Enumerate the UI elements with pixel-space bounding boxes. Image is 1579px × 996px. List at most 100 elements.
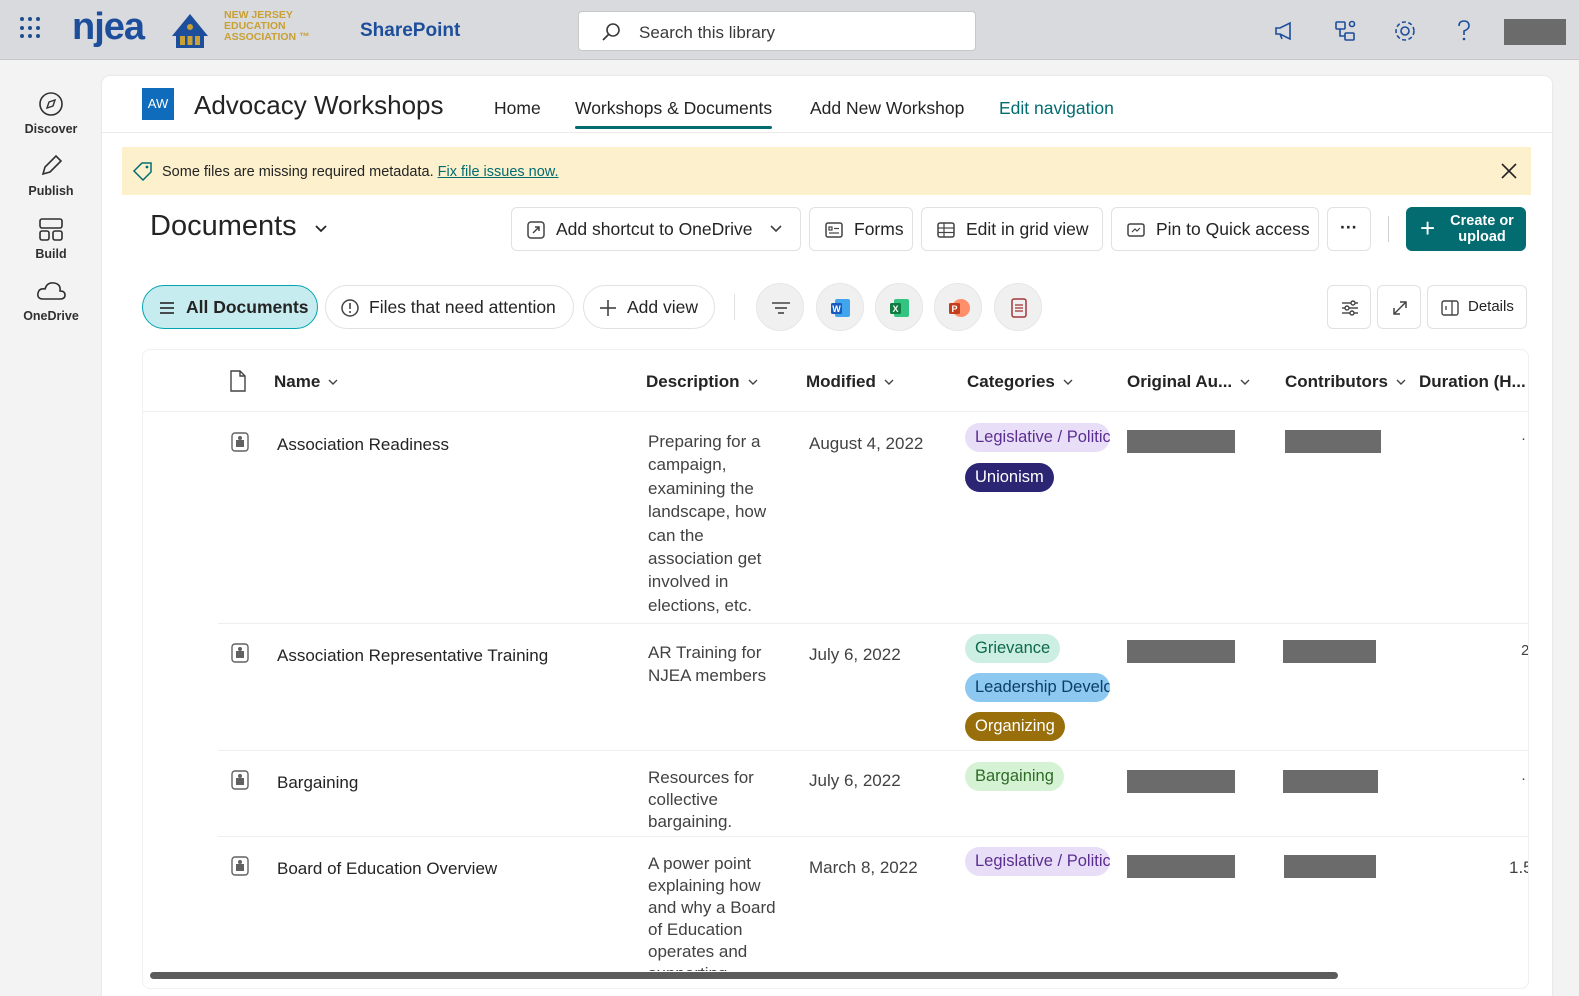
sliders-icon [1342, 300, 1358, 316]
details-button[interactable]: Details [1427, 285, 1527, 329]
horizontal-scrollbar[interactable] [150, 972, 1338, 979]
expand-button[interactable] [1377, 285, 1421, 329]
pin-quick-access-button[interactable]: Pin to Quick access [1111, 207, 1319, 251]
nav-workshops-documents[interactable]: Workshops & Documents [575, 98, 773, 129]
column-header-original-author[interactable]: Original Au... [1127, 372, 1250, 392]
command-label: Edit in grid view [966, 219, 1089, 239]
library-title[interactable]: Documents [150, 210, 297, 243]
fix-file-issues-link[interactable]: Fix file issues now. [438, 164, 559, 180]
app-name[interactable]: SharePoint [360, 20, 460, 42]
nav-edit-navigation[interactable]: Edit navigation [999, 98, 1114, 119]
excel-filter-button[interactable]: X [875, 283, 923, 331]
divider [143, 411, 1528, 412]
document-set-icon [231, 770, 249, 790]
column-header-description[interactable]: Description [646, 372, 758, 392]
word-filter-button[interactable]: W [816, 283, 864, 331]
app-launcher-icon[interactable] [20, 17, 42, 39]
divider [218, 623, 1528, 624]
pdf-filter-button[interactable] [994, 283, 1042, 331]
pin-icon [1127, 223, 1145, 237]
create-upload-button[interactable]: + Create or upload [1406, 207, 1526, 251]
view-label: All Documents [186, 297, 309, 317]
file-description: Resources for collective bargaining. [648, 768, 754, 831]
file-type-icon[interactable] [229, 370, 247, 392]
forms-button[interactable]: Forms [809, 207, 913, 251]
rail-label: Publish [28, 184, 74, 198]
search-input[interactable]: Search this library [639, 23, 775, 43]
left-rail: Discover Publish Build OneDrive [0, 60, 102, 996]
nav-add-new-workshop[interactable]: Add New Workshop [810, 98, 964, 119]
site-logo[interactable]: AW [142, 88, 174, 120]
plus-icon [600, 300, 616, 316]
search-box[interactable]: Search this library [578, 11, 976, 51]
column-header-modified[interactable]: Modified [806, 372, 894, 392]
excel-icon: X [890, 299, 909, 317]
modified-date: March 8, 2022 [809, 858, 918, 877]
rail-item-onedrive[interactable]: OneDrive [0, 277, 102, 323]
create-label: Create or upload [1450, 213, 1514, 245]
add-shortcut-button[interactable]: Add shortcut to OneDrive [511, 207, 801, 251]
add-view-button[interactable]: Add view [583, 285, 715, 329]
metadata-warning-banner: Some files are missing required metadata… [122, 147, 1531, 195]
site-title[interactable]: Advocacy Workshops [194, 90, 444, 121]
file-description: Preparing for a campaign, examining the … [648, 432, 767, 615]
column-header-duration[interactable]: Duration (H... [1419, 372, 1526, 392]
chevron-down-icon [1396, 379, 1406, 385]
column-label: Name [274, 372, 321, 391]
category-tag: Organizing [965, 712, 1065, 741]
rail-item-build[interactable]: Build [0, 215, 102, 261]
expand-icon [1393, 301, 1407, 315]
file-name[interactable]: Bargaining [277, 773, 358, 793]
category-tag: Grievance [965, 634, 1061, 663]
filter-button[interactable] [756, 283, 804, 331]
column-header-name[interactable]: Name [274, 372, 338, 392]
view-label: Add view [627, 297, 699, 317]
org-name: NEW JERSEY EDUCATION ASSOCIATION ™ [224, 10, 310, 43]
gear-icon[interactable] [1392, 18, 1418, 44]
banner-text: Some files are missing required metadata… [162, 164, 434, 180]
pdf-icon [1011, 298, 1027, 318]
divider [734, 294, 735, 320]
more-commands-button[interactable]: ··· [1327, 207, 1371, 251]
edit-grid-view-button[interactable]: Edit in grid view [921, 207, 1103, 251]
rail-item-publish[interactable]: Publish [0, 152, 102, 198]
redacted-contributors [1285, 430, 1381, 453]
column-header-categories[interactable]: Categories [967, 372, 1073, 392]
view-files-need-attention[interactable]: Files that need attention [325, 285, 574, 329]
rail-item-discover[interactable]: Discover [0, 90, 102, 136]
file-name[interactable]: Board of Education Overview [277, 859, 497, 879]
powerpoint-filter-button[interactable]: P [934, 283, 982, 331]
category-tag: Legislative / Politic [965, 847, 1110, 876]
file-name[interactable]: Association Representative Training [277, 646, 548, 666]
word-icon: W [831, 299, 850, 317]
layout-icon [39, 218, 63, 241]
column-header-contributors[interactable]: Contributors [1285, 372, 1406, 392]
view-all-documents[interactable]: All Documents [142, 285, 318, 329]
list-icon [160, 302, 174, 314]
view-settings-button[interactable] [1327, 285, 1371, 329]
file-name[interactable]: Association Readiness [277, 435, 449, 455]
command-label: Pin to Quick access [1156, 219, 1310, 239]
help-icon[interactable] [1451, 18, 1477, 44]
chevron-down-icon[interactable] [314, 224, 328, 234]
powerpoint-icon: P [949, 299, 970, 317]
view-label: Files that need attention [369, 297, 556, 317]
close-icon[interactable] [1499, 161, 1519, 181]
svg-text:W: W [832, 304, 841, 314]
org-logo-wordmark[interactable]: njea [72, 6, 145, 49]
nav-home[interactable]: Home [494, 98, 541, 119]
share-icon[interactable] [1332, 18, 1358, 44]
compass-icon [39, 92, 63, 116]
redacted-contributors [1284, 855, 1376, 878]
cloud-icon [37, 282, 66, 300]
document-set-icon [231, 856, 249, 876]
svg-text:X: X [892, 304, 898, 314]
category-tag: Bargaining [965, 762, 1064, 791]
megaphone-icon[interactable] [1272, 18, 1298, 44]
category-tag: Leadership Develo [965, 673, 1110, 702]
duration-value: · [1521, 430, 1526, 447]
details-pane-icon [1441, 300, 1459, 316]
duration-value: 1.5 [1509, 858, 1528, 877]
avatar[interactable] [1504, 19, 1566, 45]
redacted-author [1127, 640, 1235, 663]
